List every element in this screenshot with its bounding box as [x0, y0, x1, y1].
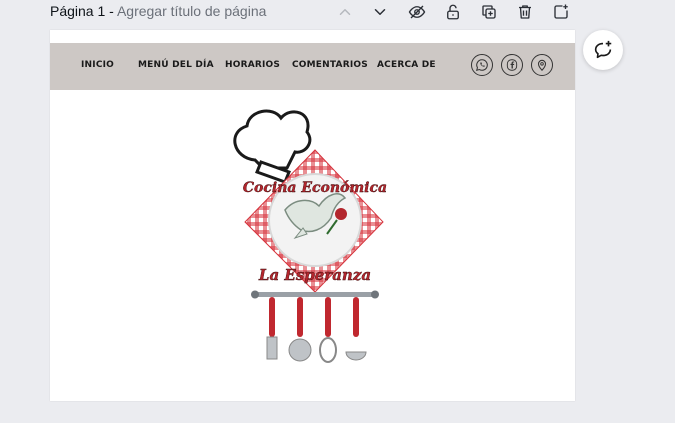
- restaurant-logo: Cocina Económica La Esperanza: [233, 109, 387, 363]
- page-title-placeholder[interactable]: Agregar título de página: [117, 3, 266, 19]
- facebook-icon: [506, 59, 518, 71]
- chevron-up-icon: [339, 9, 351, 15]
- nav-item-inicio[interactable]: INICIO: [81, 60, 114, 70]
- duplicate-page-icon: [482, 5, 496, 19]
- design-page-canvas[interactable]: INICIO MENÚ DEL DÍA HORARIOS COMENTARIOS…: [50, 30, 575, 401]
- location-button[interactable]: [531, 54, 553, 76]
- duplicate-page-button[interactable]: [478, 2, 500, 22]
- facebook-button[interactable]: [501, 54, 523, 76]
- logo-line-1: Cocina Económica: [243, 180, 387, 196]
- logo-line-2: La Esperanza: [258, 266, 371, 284]
- delete-icon: [519, 5, 531, 19]
- hide-page-button[interactable]: [406, 2, 428, 22]
- delete-page-button[interactable]: [514, 2, 536, 22]
- location-icon: [537, 59, 547, 72]
- add-comment-icon: [594, 40, 612, 59]
- nav-item-acerca-de[interactable]: ACERCA DE: [377, 60, 436, 70]
- page-header-bar: Página 1 - Agregar título de página: [0, 0, 675, 26]
- nav-item-horarios[interactable]: HORARIOS: [225, 60, 280, 70]
- website-navbar: INICIO MENÚ DEL DÍA HORARIOS COMENTARIOS…: [50, 43, 575, 90]
- page-title[interactable]: Página 1 - Agregar título de página: [50, 3, 266, 19]
- move-page-down-button[interactable]: [369, 2, 391, 22]
- hide-page-icon: [408, 5, 426, 19]
- page-number-label: Página 1: [50, 3, 106, 19]
- add-page-icon: [554, 4, 568, 19]
- move-page-up-button[interactable]: [334, 2, 356, 22]
- add-comment-button[interactable]: [583, 30, 623, 70]
- title-separator: -: [105, 3, 117, 19]
- utensils-rack-icon: [251, 290, 379, 363]
- add-page-button[interactable]: [550, 2, 572, 22]
- whatsapp-button[interactable]: [471, 54, 493, 76]
- nav-item-comentarios[interactable]: COMENTARIOS: [292, 60, 368, 70]
- lock-icon: [447, 4, 459, 20]
- lock-page-button[interactable]: [442, 2, 464, 22]
- whatsapp-icon: [476, 59, 488, 71]
- nav-item-menu-del-dia[interactable]: MENÚ DEL DÍA: [138, 60, 214, 70]
- chevron-down-icon: [374, 9, 386, 15]
